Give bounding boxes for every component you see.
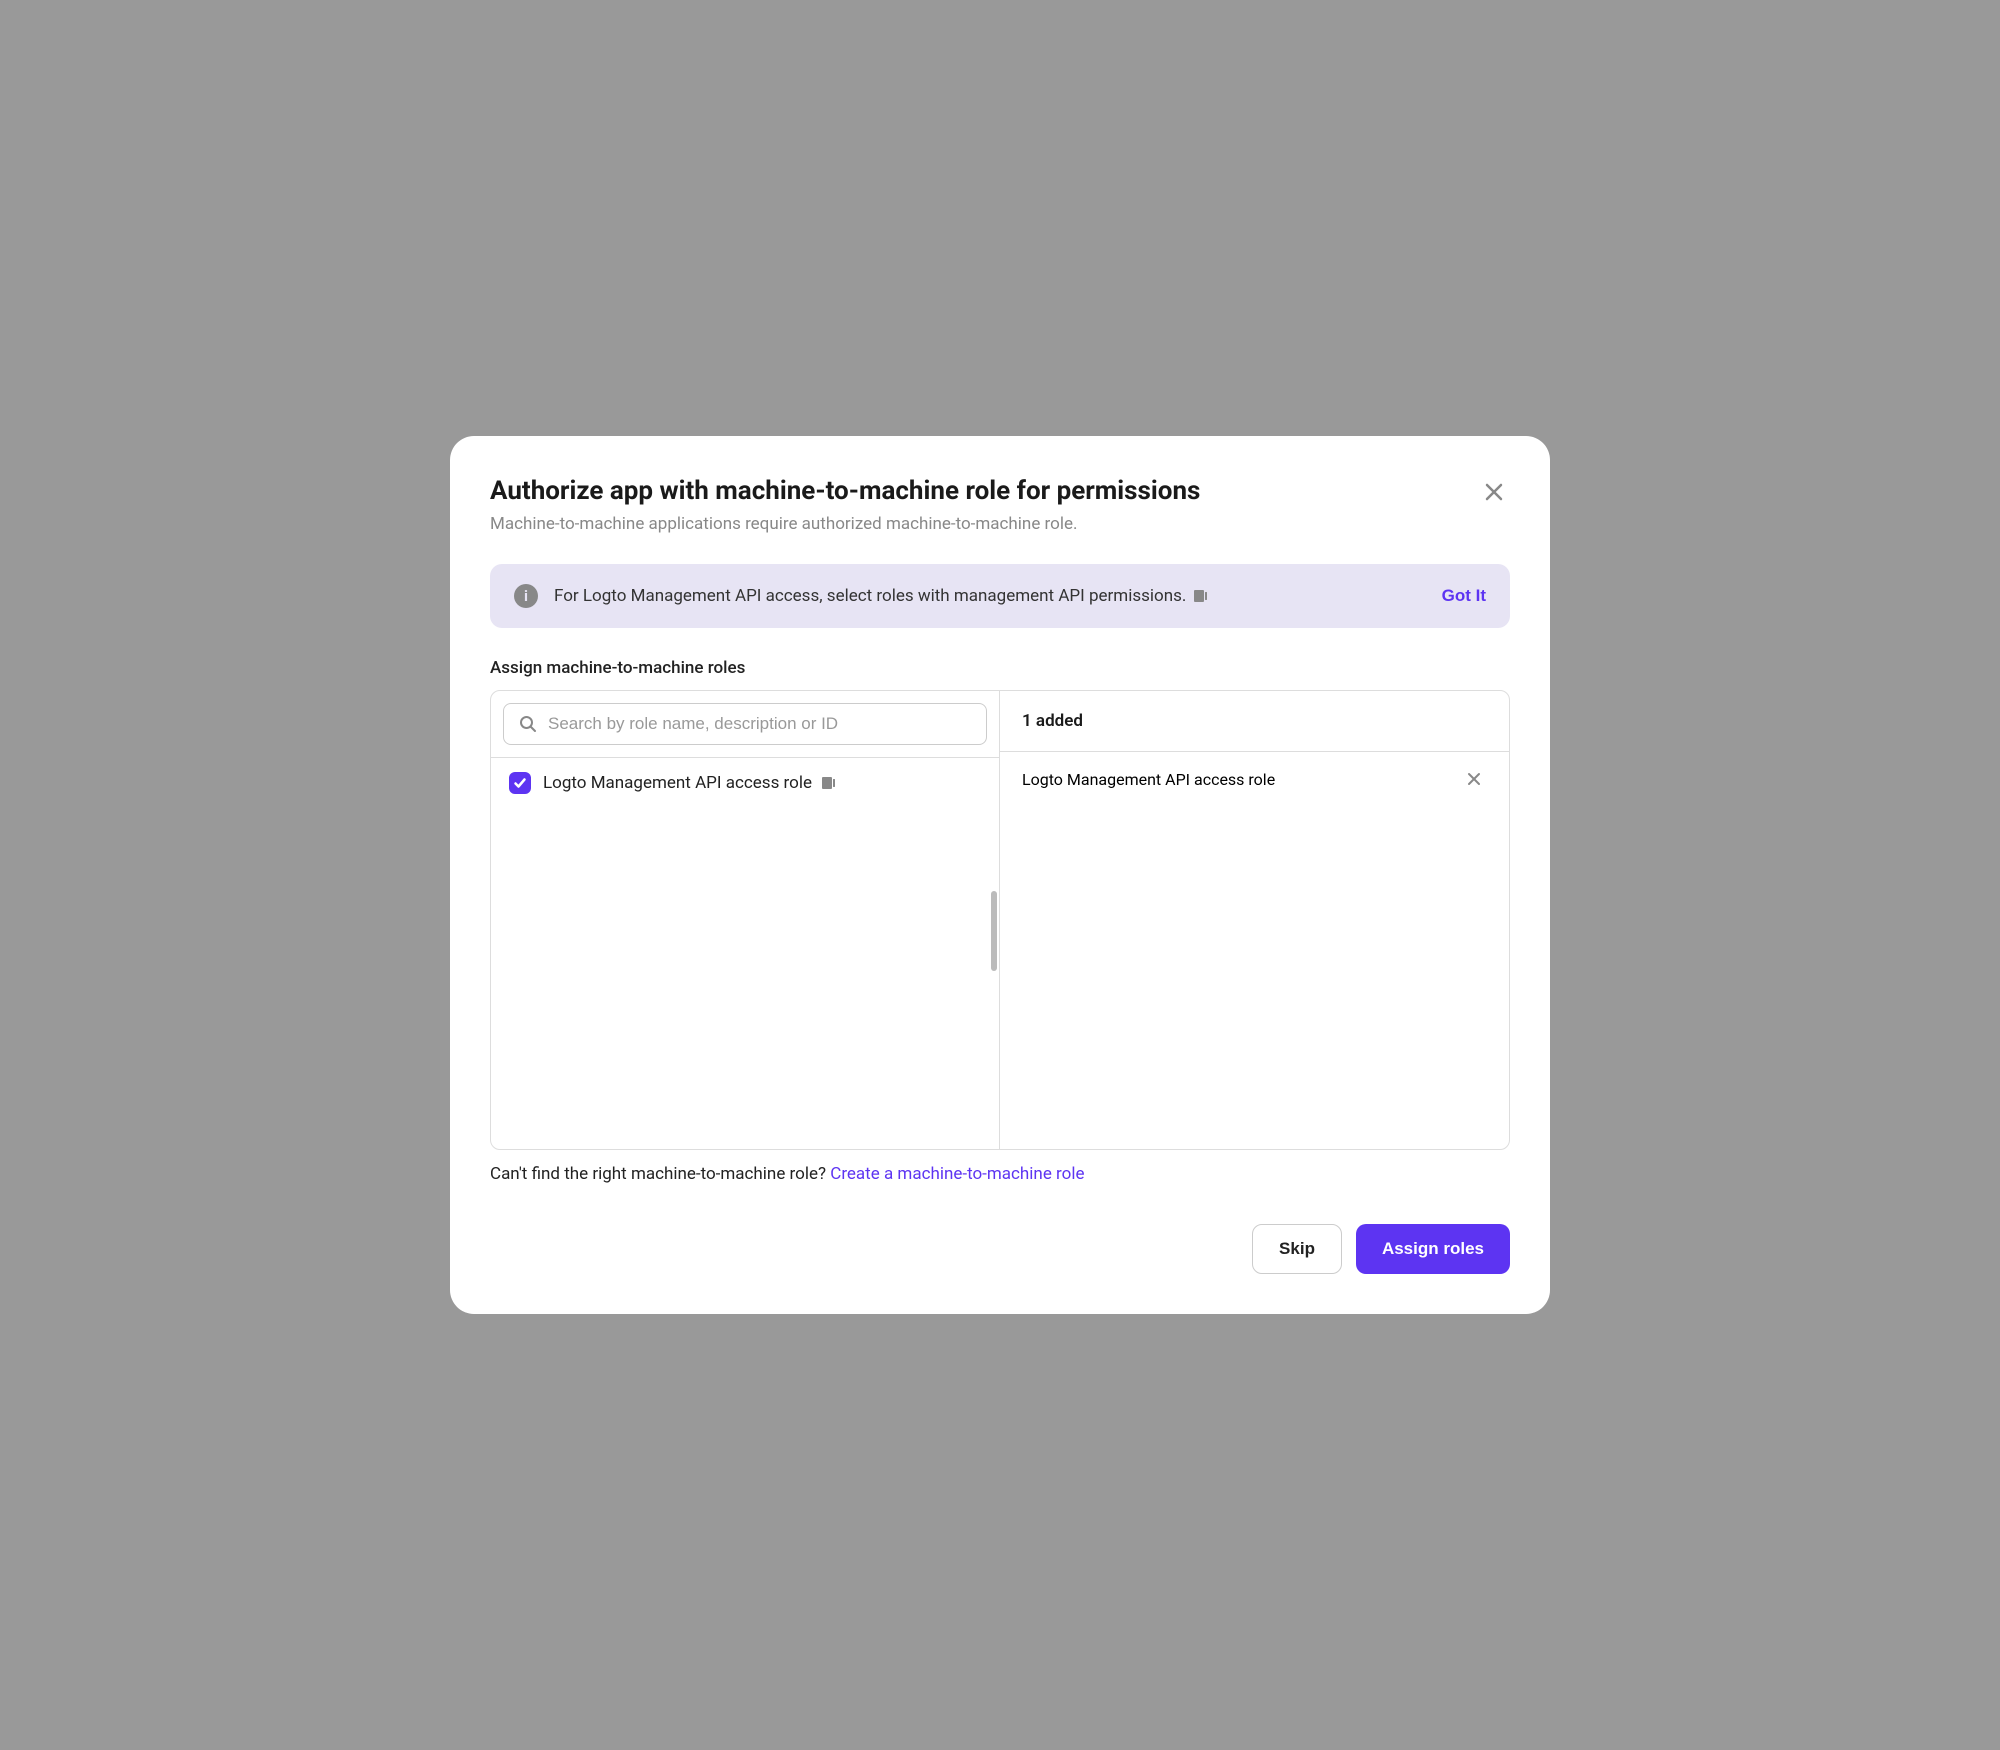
skip-button[interactable]: Skip: [1252, 1224, 1342, 1274]
banner-text: For Logto Management API access, select …: [554, 586, 1426, 606]
section-label: Assign machine-to-machine roles: [490, 658, 1510, 678]
modal-subtitle: Machine-to-machine applications require …: [490, 514, 1478, 534]
modal-footer: Skip Assign roles: [490, 1224, 1510, 1274]
remove-role-button[interactable]: [1461, 766, 1487, 792]
helper-text: Can't find the right machine-to-machine …: [490, 1164, 1510, 1184]
assign-roles-button[interactable]: Assign roles: [1356, 1224, 1510, 1274]
modal-header: Authorize app with machine-to-machine ro…: [490, 476, 1510, 534]
close-icon: [1482, 480, 1506, 504]
check-icon: [513, 776, 527, 790]
selected-role-item: Logto Management API access role: [1000, 752, 1509, 806]
banner-text-label: For Logto Management API access, select …: [554, 586, 1186, 606]
modal-title: Authorize app with machine-to-machine ro…: [490, 476, 1478, 506]
selected-role-name: Logto Management API access role: [1022, 770, 1275, 789]
helper-text-label: Can't find the right machine-to-machine …: [490, 1164, 830, 1184]
role-name-label: Logto Management API access role: [543, 773, 812, 793]
close-icon: [1465, 770, 1483, 788]
scrollbar[interactable]: [991, 891, 997, 971]
api-icon: [1192, 587, 1210, 605]
roles-container: Logto Management API access role 1 added…: [490, 690, 1510, 1150]
search-input[interactable]: [548, 714, 972, 734]
selected-roles-panel: 1 added Logto Management API access role: [1000, 691, 1509, 1149]
info-icon: i: [514, 584, 538, 608]
authorize-role-modal: Authorize app with machine-to-machine ro…: [450, 436, 1550, 1314]
available-roles-panel: Logto Management API access role: [491, 691, 1000, 1149]
role-checkbox[interactable]: [509, 772, 531, 794]
close-button[interactable]: [1478, 476, 1510, 508]
search-icon: [518, 714, 538, 734]
info-banner: i For Logto Management API access, selec…: [490, 564, 1510, 628]
role-item[interactable]: Logto Management API access role: [491, 758, 999, 808]
got-it-button[interactable]: Got It: [1442, 586, 1486, 606]
api-icon: [820, 774, 838, 792]
search-box[interactable]: [503, 703, 987, 745]
search-wrapper: [491, 691, 999, 758]
title-group: Authorize app with machine-to-machine ro…: [490, 476, 1478, 534]
create-role-link[interactable]: Create a machine-to-machine role: [830, 1164, 1084, 1184]
added-count-header: 1 added: [1000, 691, 1509, 752]
role-name: Logto Management API access role: [543, 773, 838, 793]
